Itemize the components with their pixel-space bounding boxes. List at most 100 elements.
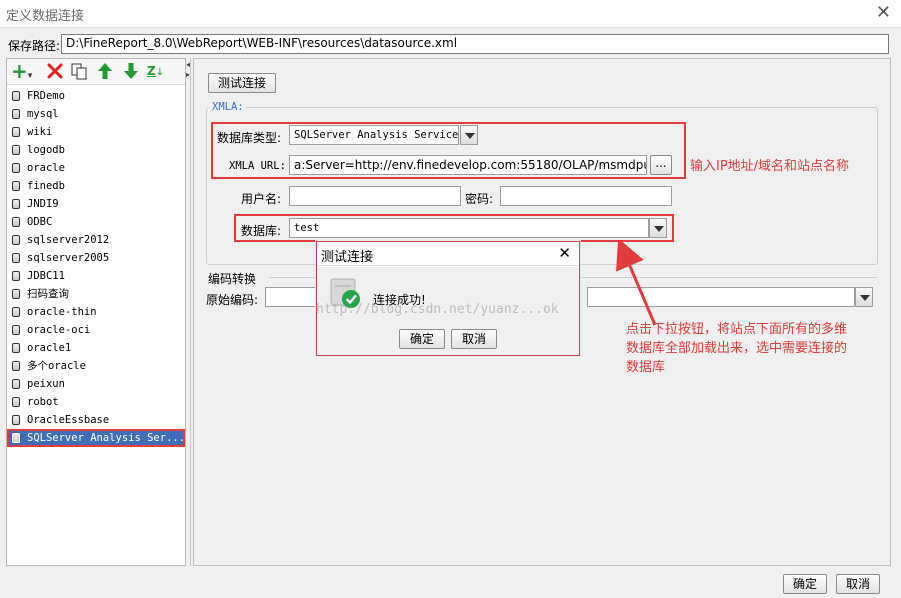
database-icon — [12, 91, 20, 101]
connection-label: oracle-oci — [27, 324, 91, 336]
connection-item[interactable]: sqlserver2012 — [7, 231, 185, 249]
window-close-icon[interactable]: ✕ — [876, 2, 891, 23]
connection-label: logodb — [27, 144, 65, 156]
connection-item[interactable]: mysql — [7, 105, 185, 123]
sort-az-icon: Z — [147, 64, 156, 78]
connection-item[interactable]: JDBC11 — [7, 267, 185, 285]
target-encoding-dropdown-arrow[interactable] — [855, 287, 873, 307]
url-annotation: 输入IP地址/域名和站点名称 — [690, 159, 850, 174]
window-titlebar: 定义数据连接 ✕ — [0, 0, 901, 28]
connection-label: oracle — [27, 162, 65, 174]
password-label: 密码: — [465, 192, 494, 206]
connection-label: FRDemo — [27, 90, 65, 102]
connection-label: wiki — [27, 126, 53, 138]
username-input[interactable] — [289, 186, 461, 206]
copy-connection-button[interactable] — [69, 61, 91, 83]
database-icon — [12, 289, 20, 299]
database-icon — [12, 145, 20, 155]
password-input[interactable] — [500, 186, 672, 206]
delete-connection-button[interactable] — [45, 61, 67, 83]
footer-cancel-button[interactable]: 取消 — [836, 574, 880, 594]
move-down-button[interactable] — [121, 61, 143, 83]
database-select[interactable]: test — [289, 218, 649, 238]
sort-button[interactable]: Z↓ — [147, 61, 169, 83]
connection-item[interactable]: peixun — [7, 375, 185, 393]
database-icon — [12, 235, 20, 245]
database-icon — [12, 271, 20, 281]
connection-label: sqlserver2012 — [27, 234, 110, 246]
connection-item[interactable]: JNDI9 — [7, 195, 185, 213]
connection-label: 多个oracle — [27, 360, 86, 372]
add-connection-button[interactable]: +▾ — [11, 61, 33, 83]
footer-ok-button[interactable]: 确定 — [783, 574, 827, 594]
copy-icon — [71, 63, 87, 80]
dialog-ok-button[interactable]: 确定 — [399, 329, 445, 349]
xmla-url-label: XMLA URL: — [229, 160, 286, 172]
database-dropdown-arrow[interactable] — [649, 218, 667, 238]
window-title: 定义数据连接 — [6, 9, 85, 24]
arrow-up-icon — [98, 63, 112, 79]
dialog-titlebar: 测试连接 ✕ — [317, 242, 579, 266]
xmla-url-input[interactable]: a:Server=http://env.finedevelop.com:5518… — [289, 155, 647, 175]
database-icon — [12, 217, 20, 227]
chevron-down-icon: ▾ — [27, 71, 33, 81]
plus-icon: + — [11, 59, 28, 83]
dialog-close-icon[interactable]: ✕ — [558, 244, 571, 262]
arrow-down-icon — [124, 63, 138, 79]
connection-item[interactable]: 多个oracle — [7, 357, 185, 375]
connection-item[interactable]: wiki — [7, 123, 185, 141]
database-icon — [12, 325, 20, 335]
connection-item[interactable]: OracleEssbase — [7, 411, 185, 429]
database-icon — [12, 253, 20, 263]
connection-label: JNDI9 — [27, 198, 59, 210]
connection-label: mysql — [27, 108, 59, 120]
path-label: 保存路径: — [8, 39, 61, 53]
delete-x-icon — [47, 63, 63, 79]
connection-label: finedb — [27, 180, 65, 192]
connection-item[interactable]: sqlserver2005 — [7, 249, 185, 267]
dialog-body: 连接成功! 确定 取消 — [317, 267, 579, 355]
connection-item[interactable]: ODBC — [7, 213, 185, 231]
connection-item[interactable]: oracle-thin — [7, 303, 185, 321]
splitter[interactable] — [190, 58, 191, 566]
move-up-button[interactable] — [95, 61, 117, 83]
browse-button[interactable]: ... — [650, 155, 672, 175]
connection-item[interactable]: finedb — [7, 177, 185, 195]
encoding-title: 编码转换 — [208, 272, 257, 286]
connection-label: oracle1 — [27, 342, 72, 354]
connection-item[interactable]: FRDemo — [7, 87, 185, 105]
test-connection-dialog: 测试连接 ✕ 连接成功! 确定 取消 — [316, 241, 580, 356]
connection-list: FRDemo mysql wiki logodb oracle finedb JNDI9 OD… — [7, 87, 185, 447]
original-encoding-label: 原始编码: — [206, 293, 259, 307]
database-icon — [12, 163, 20, 173]
connection-label: peixun — [27, 378, 65, 390]
connection-label: OracleEssbase — [27, 414, 110, 426]
db-type-label: 数据库类型: — [217, 131, 282, 145]
dialog-message: 连接成功! — [373, 293, 426, 307]
database-icon — [12, 199, 20, 209]
db-type-dropdown-arrow[interactable] — [460, 125, 478, 145]
connection-item[interactable]: oracle — [7, 159, 185, 177]
connection-label: robot — [27, 396, 59, 408]
test-connection-button[interactable]: 测试连接 — [208, 73, 276, 93]
connection-item[interactable]: logodb — [7, 141, 185, 159]
connection-label: ODBC — [27, 216, 53, 228]
connection-item[interactable]: SQLServer Analysis Ser... — [7, 429, 185, 447]
db-type-select[interactable]: SQLServer Analysis Services — [289, 125, 459, 145]
save-path-field[interactable]: D:\FineReport_8.0\WebReport\WEB-INF\reso… — [61, 34, 889, 54]
connection-label: JDBC11 — [27, 270, 65, 282]
connection-item[interactable]: robot — [7, 393, 185, 411]
connection-label: sqlserver2005 — [27, 252, 110, 264]
dialog-title: 测试连接 — [321, 250, 374, 265]
username-label: 用户名: — [241, 192, 282, 206]
connection-item[interactable]: oracle-oci — [7, 321, 185, 339]
connection-label: SQLServer Analysis Ser... — [27, 432, 186, 444]
dialog-cancel-button[interactable]: 取消 — [451, 329, 497, 349]
connection-item[interactable]: oracle1 — [7, 339, 185, 357]
connection-item[interactable]: 扫码查询 — [7, 285, 185, 303]
database-icon — [12, 433, 20, 443]
connection-label: 扫码查询 — [27, 288, 69, 300]
database-icon — [12, 307, 20, 317]
database-icon — [12, 361, 20, 371]
connection-toolbar: +▾ Z↓ — [7, 59, 185, 85]
